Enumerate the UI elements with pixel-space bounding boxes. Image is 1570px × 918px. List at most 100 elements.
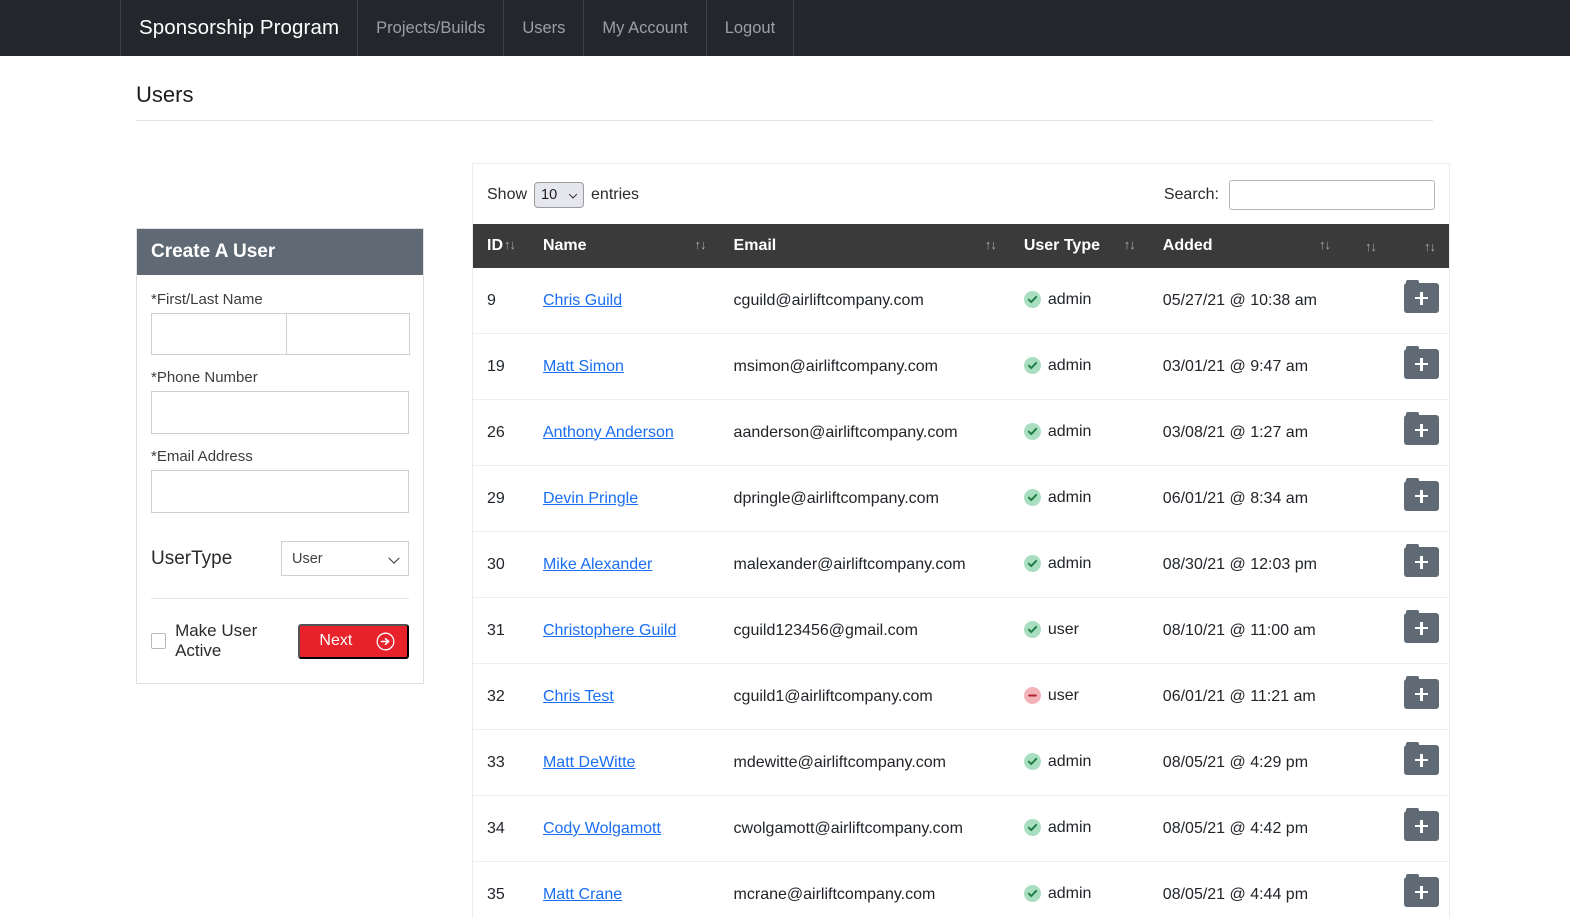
column-header-blank-2[interactable]: ↑↓ (1389, 224, 1449, 268)
folder-plus-icon[interactable] (1404, 808, 1439, 841)
email-address-input[interactable] (151, 470, 409, 513)
user-type-label: admin (1047, 488, 1092, 506)
search-label: Search: (1163, 186, 1219, 203)
folder-plus-icon[interactable] (1404, 544, 1439, 577)
cell-id: 29 (473, 465, 529, 532)
minus-circle-icon (1023, 687, 1041, 705)
cell-added: 03/01/21 @ 9:47 am (1148, 333, 1344, 400)
folder-plus-icon[interactable] (1404, 346, 1439, 379)
sort-updown-icon: ↑↓ (1123, 237, 1136, 252)
user-type-label: user (1047, 620, 1079, 638)
user-name-link[interactable]: Anthony Anderson (543, 424, 674, 441)
user-name-link[interactable]: Chris Test (543, 688, 614, 705)
sort-updown-icon: ↑↓ (1364, 238, 1377, 254)
first-name-input[interactable] (151, 313, 286, 355)
cell-id: 9 (473, 268, 529, 334)
make-user-active-toggle[interactable]: Make User Active (151, 621, 298, 661)
cell-user-type: user (1009, 597, 1149, 664)
cell-name: Matt DeWitte (528, 729, 720, 796)
user-name-link[interactable]: Devin Pringle (543, 490, 638, 507)
cell-added: 08/30/21 @ 12:03 pm (1148, 531, 1344, 598)
usertype-label: UserType (151, 547, 233, 569)
user-type-status: admin (1023, 291, 1091, 309)
navbar-brand[interactable]: Sponsorship Program (120, 0, 359, 56)
cell-user-type: admin (1009, 399, 1149, 466)
folder-plus-icon[interactable] (1404, 478, 1439, 511)
check-circle-icon (1023, 291, 1041, 309)
user-name-link[interactable]: Matt Simon (543, 358, 624, 375)
cell-email: cwolgamott@airliftcompany.com (719, 795, 1010, 862)
next-button-label: Next (319, 632, 353, 649)
user-name-link[interactable]: Chris Guild (543, 292, 622, 309)
user-name-link[interactable]: Matt DeWitte (543, 754, 635, 771)
column-header-user-type[interactable]: User Type ↑↓ (1009, 224, 1149, 268)
nav-item-users[interactable]: Users (504, 0, 585, 56)
nav-item-my-account[interactable]: My Account (584, 0, 707, 56)
make-user-active-checkbox[interactable] (151, 633, 167, 649)
cell-id: 26 (473, 399, 529, 466)
folder-plus-icon[interactable] (1404, 676, 1439, 709)
column-header-added[interactable]: Added ↑↓ (1148, 224, 1344, 268)
cell-email: cguild@airliftcompany.com (719, 268, 1010, 334)
table-header-row: ID ↑↓ Name ↑↓ Email ↑↓ User Type ↑↓ Adde… (473, 224, 1449, 268)
form-actions: Make User Active Next (151, 621, 409, 661)
check-circle-icon (1023, 357, 1041, 375)
cell-action (1389, 663, 1449, 730)
next-button[interactable]: Next (298, 623, 409, 659)
nav-item-logout[interactable]: Logout (707, 0, 795, 56)
page-length-control: Show 10 entries (487, 182, 639, 208)
user-type-label: admin (1047, 422, 1092, 440)
cell-email: malexander@airliftcompany.com (719, 531, 1010, 598)
cell-action (1389, 597, 1449, 664)
column-header-blank-1[interactable]: ↑↓ (1343, 224, 1390, 268)
cell-name: Cody Wolgamott (528, 795, 720, 862)
cell-action (1389, 268, 1449, 334)
user-name-link[interactable]: Matt Crane (543, 886, 622, 903)
column-header-email[interactable]: Email ↑↓ (719, 224, 1010, 268)
user-name-link[interactable]: Christophere Guild (543, 622, 676, 639)
page-length-select[interactable]: 10 (534, 182, 585, 208)
cell-id: 19 (473, 333, 529, 400)
cell-email: aanderson@airliftcompany.com (719, 399, 1010, 466)
user-name-link[interactable]: Mike Alexander (543, 556, 652, 573)
cell-id: 31 (473, 597, 529, 664)
page-title: Users (136, 82, 1433, 121)
user-name-link[interactable]: Cody Wolgamott (543, 820, 661, 837)
folder-plus-icon[interactable] (1404, 280, 1439, 313)
usertype-select[interactable]: User (281, 541, 409, 576)
nav-item-projects-builds[interactable]: Projects/Builds (358, 0, 505, 56)
cell-email: dpringle@airliftcompany.com (719, 465, 1010, 532)
cell-email: mcrane@airliftcompany.com (719, 861, 1010, 918)
cell-id: 32 (473, 663, 529, 730)
sort-updown-icon: ↑↓ (984, 237, 997, 252)
user-type-label: user (1047, 686, 1079, 704)
user-type-label: admin (1047, 356, 1092, 374)
table-row: 30 Mike Alexander malexander@airliftcompan… (473, 531, 1449, 598)
cell-spacer (1343, 399, 1390, 466)
phone-number-label: *Phone Number (151, 369, 258, 386)
user-type-status: admin (1023, 488, 1092, 507)
cell-email: cguild1@airliftcompany.com (719, 663, 1010, 730)
search-input[interactable] (1229, 180, 1435, 210)
folder-plus-icon[interactable] (1404, 412, 1439, 445)
cell-added: 05/27/21 @ 10:38 am (1148, 268, 1344, 334)
sort-updown-icon: ↑↓ (694, 237, 707, 252)
cell-action (1389, 729, 1449, 796)
chevron-down-icon (388, 552, 400, 564)
check-circle-icon (1023, 819, 1041, 837)
folder-plus-icon[interactable] (1404, 742, 1439, 775)
cell-added: 08/05/21 @ 4:44 pm (1148, 861, 1344, 918)
folder-plus-icon[interactable] (1404, 874, 1439, 907)
phone-number-input[interactable] (151, 391, 409, 434)
email-address-label: *Email Address (151, 448, 253, 465)
column-header-name[interactable]: Name ↑↓ (528, 224, 720, 268)
user-type-label: admin (1047, 884, 1092, 902)
check-circle-icon (1023, 621, 1041, 639)
cell-spacer (1343, 861, 1390, 918)
search-control: Search: (1164, 180, 1435, 210)
last-name-input[interactable] (286, 313, 410, 355)
check-circle-icon (1023, 753, 1041, 771)
column-header-id[interactable]: ID ↑↓ (473, 224, 529, 268)
folder-plus-icon[interactable] (1404, 610, 1439, 643)
cell-added: 06/01/21 @ 8:34 am (1148, 465, 1344, 532)
